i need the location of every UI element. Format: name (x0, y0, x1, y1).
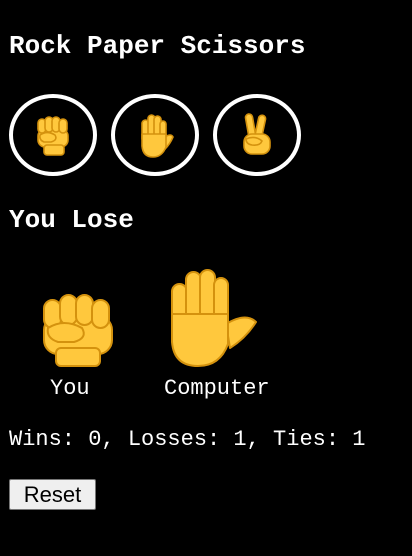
player-label: You (50, 376, 90, 401)
result-heading: You Lose (9, 205, 134, 235)
computer-choice (166, 268, 262, 368)
scissors-button[interactable] (213, 94, 301, 176)
raised-hand-icon (171, 269, 257, 367)
reset-button[interactable]: Reset (9, 479, 96, 510)
rock-button[interactable] (9, 94, 97, 176)
score-text: Wins: 0, Losses: 1, Ties: 1 (9, 427, 366, 452)
player-choice (38, 292, 118, 368)
computer-label: Computer (164, 376, 270, 401)
paper-button[interactable] (111, 94, 199, 176)
page-title: Rock Paper Scissors (9, 31, 306, 61)
victory-hand-icon (243, 113, 271, 155)
raised-fist-icon (43, 294, 113, 367)
raised-hand-icon (141, 114, 174, 158)
choice-buttons (9, 94, 301, 176)
raised-fist-icon (37, 116, 69, 156)
